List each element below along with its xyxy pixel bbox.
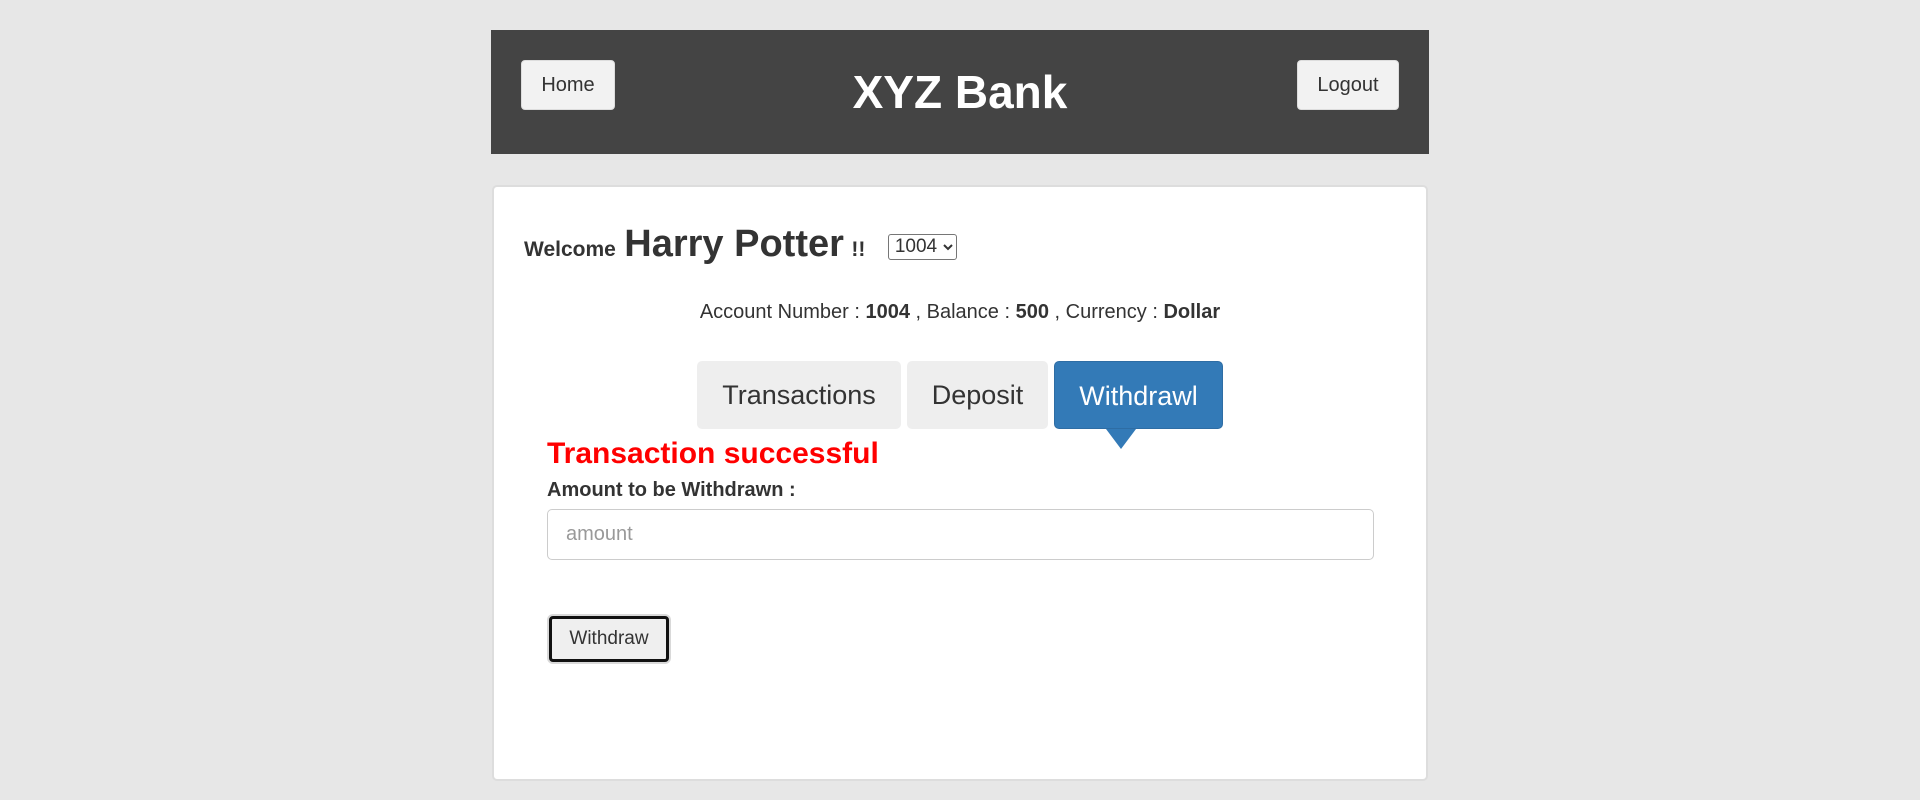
currency-value: Dollar <box>1163 301 1221 323</box>
balance-label: , Balance : <box>915 301 1011 323</box>
logout-button[interactable]: Logout <box>1297 60 1399 110</box>
account-summary: Account Number : 1004 , Balance : 500 , … <box>494 301 1426 324</box>
currency-label: , Currency : <box>1054 301 1158 323</box>
transaction-message: Transaction successful <box>547 437 879 470</box>
welcome-exclamation: !! <box>851 238 866 261</box>
app-header: Home XYZ Bank Logout <box>491 30 1429 154</box>
account-panel: Welcome Harry Potter !! 1004 Account Num… <box>492 185 1428 781</box>
welcome-text: Welcome <box>524 238 616 261</box>
amount-input[interactable] <box>547 509 1374 560</box>
account-number-label: Account Number : <box>699 301 860 323</box>
withdraw-button[interactable]: Withdraw <box>549 616 669 662</box>
bank-title: XYZ Bank <box>852 66 1068 118</box>
account-number-value: 1004 <box>865 301 910 323</box>
balance-value: 500 <box>1015 301 1049 323</box>
account-select[interactable]: 1004 <box>887 233 957 260</box>
welcome-row: Welcome Harry Potter !! 1004 <box>524 223 957 275</box>
tab-withdrawl[interactable]: Withdrawl <box>1054 361 1223 429</box>
active-tab-pointer <box>1106 429 1136 449</box>
amount-label: Amount to be Withdrawn : <box>547 479 796 501</box>
tab-deposit[interactable]: Deposit <box>907 361 1048 429</box>
customer-name: Harry Potter <box>624 223 844 265</box>
tab-transactions[interactable]: Transactions <box>697 361 901 429</box>
